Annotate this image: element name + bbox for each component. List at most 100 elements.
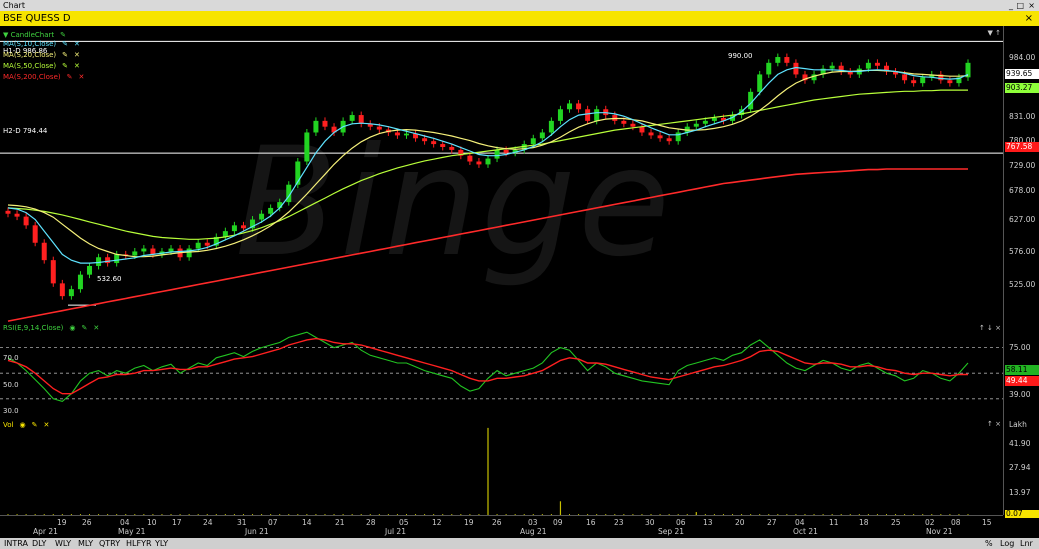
candle-body [32, 225, 38, 243]
candle-body [204, 242, 210, 246]
pane-controls-icon[interactable]: ↑ ↓ × [979, 324, 1001, 332]
candle-body [240, 225, 246, 229]
candle-body [440, 144, 446, 147]
candle-body [195, 242, 201, 249]
x-tick-day: 21 [335, 518, 345, 527]
close-window-button[interactable]: × [1028, 0, 1035, 11]
candle-body [784, 57, 790, 63]
candle-body [702, 120, 708, 124]
x-tick-day: 18 [859, 518, 869, 527]
edit-pencil-icon[interactable]: ✎ [62, 51, 68, 59]
candle-body [77, 274, 83, 290]
remove-x-icon[interactable]: ✕ [93, 324, 99, 332]
edit-pencil-icon[interactable]: ✎ [67, 73, 73, 81]
legend-ma200[interactable]: MA(S,200,Close) ✎ ✕ [3, 73, 84, 81]
x-tick-month: Jun 21 [245, 527, 269, 536]
edit-pencil-icon[interactable]: ✎ [81, 324, 87, 332]
candle-body [68, 289, 74, 297]
vol-value-badge: 0.07 [1005, 510, 1039, 518]
remove-x-icon[interactable]: ✕ [74, 51, 80, 59]
remove-x-icon[interactable]: ✕ [74, 62, 80, 70]
timeframe-dly[interactable]: DLY [32, 538, 46, 549]
remove-x-icon[interactable]: ✕ [43, 421, 49, 429]
scale-lnr-button[interactable]: Lnr [1020, 538, 1033, 549]
x-tick-day: 28 [366, 518, 376, 527]
y-tick: 27.94 [1009, 463, 1031, 472]
visibility-eye-icon[interactable]: ◉ [69, 324, 75, 332]
candle-body [41, 242, 47, 261]
x-tick-day: 09 [553, 518, 563, 527]
candle-body [394, 132, 400, 136]
remove-x-icon[interactable]: ✕ [74, 40, 80, 48]
legend-ma20[interactable]: MA(S,20,Close) ✎ ✕ [3, 51, 80, 59]
candle-body [793, 62, 799, 75]
volume-chart[interactable] [0, 418, 1003, 515]
y-tick: 75.00 [1009, 343, 1031, 352]
rsi-pane[interactable]: RSI(E,9,14,Close) ◉ ✎ ✕ 70.0 50.0 30.0 ↑ ↓ … [0, 322, 1003, 419]
candle-body [829, 65, 835, 69]
x-tick-day: 19 [57, 518, 67, 527]
timeframe-yly[interactable]: YLY [155, 538, 168, 549]
candle-body [186, 248, 192, 258]
rsi-signal-line [7, 337, 968, 395]
candle-body [467, 155, 473, 162]
edit-pencil-icon[interactable]: ✎ [60, 31, 66, 39]
x-tick-day: 03 [528, 518, 538, 527]
legend-candlechart[interactable]: ▼ CandleChart ✎ [3, 31, 66, 39]
timeframe-wly[interactable]: WLY [55, 538, 71, 549]
pane-controls-icon[interactable]: ↑ × [987, 420, 1001, 428]
candle-body [87, 265, 93, 275]
h2-line-label: H2-D 794.44 [3, 127, 48, 135]
x-tick-day: 25 [891, 518, 901, 527]
candle-body [557, 109, 563, 121]
x-tick-day: 04 [120, 518, 130, 527]
candle-body [114, 254, 120, 264]
price-pane[interactable]: Binge ▼ CandleChart ✎ MA(S,10,Close) ✎ ✕ H1… [0, 26, 1003, 323]
timeframe-hlfyr[interactable]: HLFYR [126, 538, 152, 549]
x-tick-day: 06 [676, 518, 686, 527]
candle-body [576, 103, 582, 110]
minimize-button[interactable]: _ [1009, 0, 1013, 11]
scale-log-button[interactable]: Log [1000, 538, 1014, 549]
candle-body [168, 248, 174, 252]
rsi-level-30: 30.0 [3, 407, 19, 415]
y-tick: 41.90 [1009, 439, 1031, 448]
timeframe-mly[interactable]: MLY [78, 538, 93, 549]
vol-title: Vol [3, 421, 14, 429]
x-tick-day: 30 [645, 518, 655, 527]
x-tick-month: Oct 21 [793, 527, 818, 536]
candle-body [757, 74, 763, 92]
candle-body [693, 123, 699, 127]
vol-legend[interactable]: Vol ◉ ✎ ✕ [3, 421, 49, 429]
rsi-chart[interactable] [0, 322, 1003, 418]
price-axis: 984.00 831.00 780.00 729.00 678.00 627.0… [1003, 26, 1039, 322]
legend-ma50[interactable]: MA(S,50,Close) ✎ ✕ [3, 62, 80, 70]
candle-body [141, 248, 147, 252]
timeframe-qtry[interactable]: QTRY [99, 538, 120, 549]
x-tick-day: 19 [464, 518, 474, 527]
rsi-axis: 75.00 39.00 58.11 49.44 [1003, 322, 1039, 418]
candle-body [322, 120, 328, 127]
volume-pane[interactable]: Vol ◉ ✎ ✕ ↑ × [0, 418, 1003, 516]
symbol-bar: BSE QUESS D × [0, 11, 1039, 26]
edit-pencil-icon[interactable]: ✎ [62, 40, 68, 48]
legend-candlechart-label: ▼ CandleChart [3, 31, 55, 39]
candle-body [775, 57, 781, 63]
visibility-eye-icon[interactable]: ◉ [19, 421, 25, 429]
timeframe-intra[interactable]: INTRA [4, 538, 28, 549]
x-tick-day: 08 [951, 518, 961, 527]
candle-body [567, 103, 573, 110]
edit-pencil-icon[interactable]: ✎ [62, 62, 68, 70]
scale-percent-button[interactable]: % [985, 538, 993, 549]
rsi-legend[interactable]: RSI(E,9,14,Close) ◉ ✎ ✕ [3, 324, 99, 332]
legend-ma200-label: MA(S,200,Close) [3, 73, 61, 81]
close-chart-button[interactable]: × [1025, 11, 1033, 26]
candle-body [449, 146, 455, 150]
timeframe-bar: INTRA DLY WLY MLY QTRY HLFYR YLY% Log Lnr [0, 538, 1039, 549]
candle-body [630, 123, 636, 127]
remove-x-icon[interactable]: ✕ [79, 73, 85, 81]
price-chart[interactable] [0, 26, 1003, 322]
maximize-button[interactable]: □ [1016, 0, 1024, 11]
pane-controls-icon[interactable]: ▼ ↑ [988, 29, 1001, 37]
edit-pencil-icon[interactable]: ✎ [32, 421, 38, 429]
